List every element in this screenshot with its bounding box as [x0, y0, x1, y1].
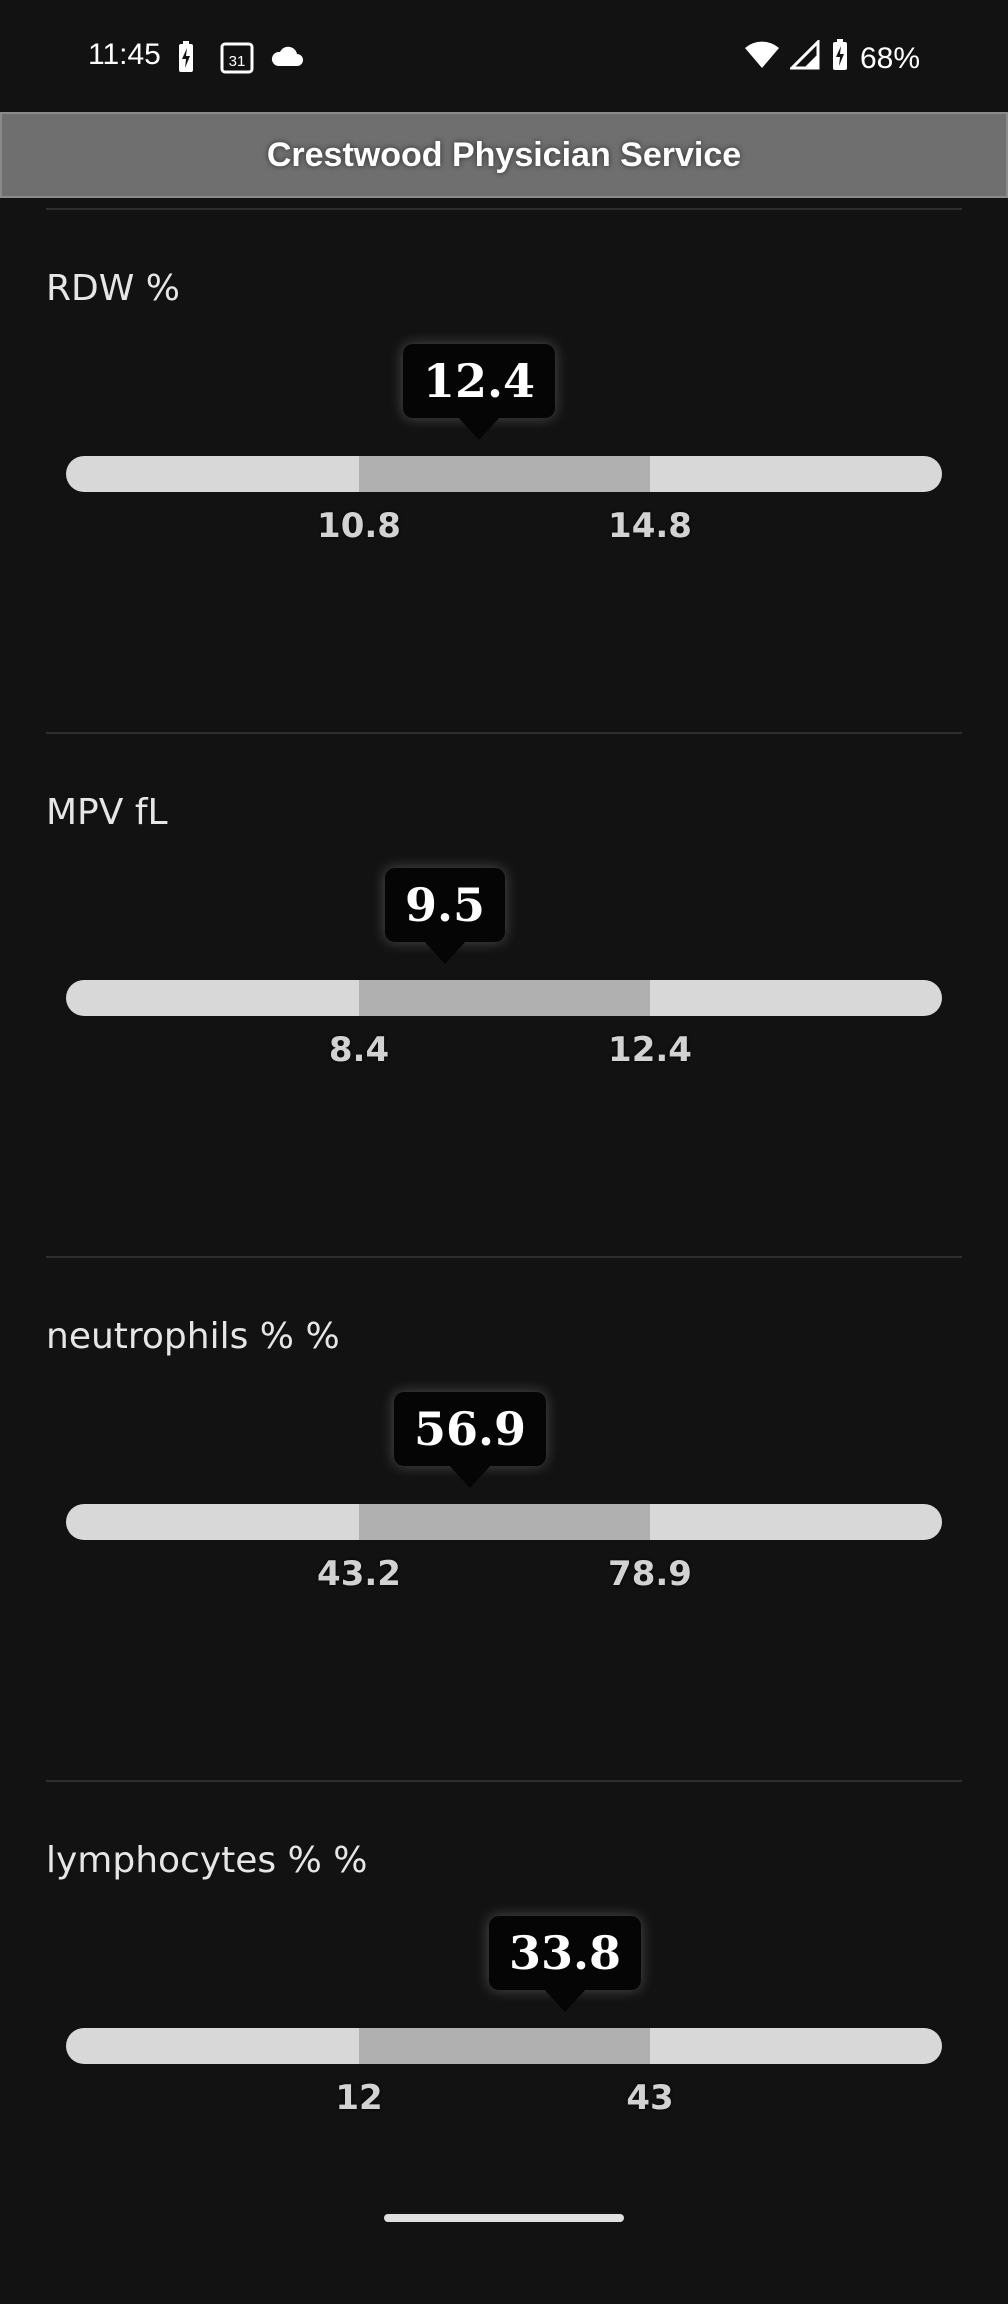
range-track: [66, 456, 942, 492]
wifi-icon: [744, 40, 780, 78]
range-low-label: 8.4: [328, 1030, 390, 1070]
value-bubble: 9.5: [384, 868, 506, 942]
cloud-icon: [270, 44, 304, 73]
range-low-label: 43.2: [317, 1554, 401, 1594]
result-panel-mpv: MPV fL 9.5 8.4 12.4: [0, 732, 1008, 1256]
reference-range-band: [359, 980, 650, 1016]
result-panel-lymphocytes: lymphocytes % % 33.8 12 43: [0, 1780, 1008, 2304]
range-track: [66, 980, 942, 1016]
signal-icon: [788, 38, 820, 78]
calendar-icon: 31: [220, 40, 254, 79]
battery-charging-icon: [176, 40, 196, 79]
range-low-label: 12: [335, 2078, 383, 2118]
range-high-label: 12.4: [608, 1030, 692, 1070]
value-bubble: 33.8: [488, 1916, 642, 1990]
range-track: [66, 2028, 942, 2064]
result-panel-neutrophils: neutrophils % % 56.9 43.2 78.9: [0, 1256, 1008, 1780]
result-label: RDW %: [46, 268, 180, 309]
range-track: [66, 1504, 942, 1540]
reference-range-band: [359, 2028, 650, 2064]
value-bubble: 12.4: [402, 344, 556, 418]
status-time: 11:45: [88, 38, 161, 71]
divider: [46, 732, 962, 734]
result-label: MPV fL: [46, 792, 168, 833]
home-indicator[interactable]: [384, 2214, 624, 2222]
calendar-day: 31: [229, 53, 246, 70]
reference-range-band: [359, 1504, 650, 1540]
app-header: Crestwood Physician Service: [0, 112, 1008, 198]
range-high-label: 78.9: [608, 1554, 692, 1594]
value-bubble: 56.9: [393, 1392, 547, 1466]
result-panel-rdw: RDW % 12.4 10.8 14.8: [0, 208, 1008, 732]
reference-range-band: [359, 456, 650, 492]
divider: [46, 1256, 962, 1258]
range-high-label: 14.8: [608, 506, 692, 546]
result-label: lymphocytes % %: [46, 1840, 368, 1881]
battery-percent: 68%: [859, 42, 920, 75]
divider: [46, 208, 962, 210]
status-bar: 11:45 31 68%: [0, 0, 1008, 112]
battery-icon: [830, 38, 850, 80]
range-low-label: 10.8: [317, 506, 401, 546]
divider: [46, 1780, 962, 1782]
page-title: Crestwood Physician Service: [266, 135, 742, 174]
result-label: neutrophils % %: [46, 1316, 340, 1357]
range-high-label: 43: [626, 2078, 674, 2118]
status-right-group: 68%: [744, 38, 920, 80]
